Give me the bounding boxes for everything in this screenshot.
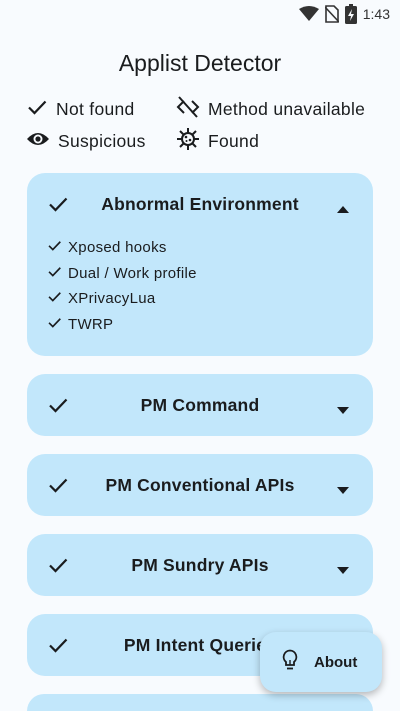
legend-not-found: Not found [26, 98, 176, 120]
no-sim-icon [324, 5, 339, 23]
card-pm-conventional-apis[interactable]: PM Conventional APIs [27, 454, 373, 516]
card-title: PM Conventional APIs [105, 474, 295, 495]
legend: Not found Method unavailable Suspicious [26, 95, 386, 152]
expand-arrow-icon[interactable] [337, 561, 349, 579]
expand-arrow-icon[interactable] [337, 401, 349, 419]
list-item: XPrivacyLua [47, 286, 373, 312]
legend-label: Suspicious [58, 130, 146, 151]
card-header[interactable]: PM Command [27, 374, 373, 436]
check-icon [26, 96, 48, 123]
status-bar: 1:43 [0, 0, 400, 28]
card-abnormal-environment: Abnormal Environment Xposed hooks Dual /… [27, 173, 373, 356]
card-title: PM Command [140, 394, 260, 415]
collapse-arrow-icon[interactable] [337, 200, 349, 218]
code-off-icon [176, 95, 200, 123]
status-time: 1:43 [362, 6, 390, 22]
check-icon [47, 315, 62, 334]
virus-icon [176, 127, 200, 156]
list-item-label: Dual / Work profile [68, 264, 197, 282]
card-title: PM Sundry APIs [131, 554, 269, 575]
eye-icon [26, 130, 50, 153]
check-icon [47, 264, 62, 283]
card-title: Abnormal Environment [101, 193, 299, 214]
card-header[interactable]: Abnormal Environment [27, 173, 373, 235]
card-next[interactable] [27, 694, 373, 711]
legend-suspicious: Suspicious [26, 130, 176, 152]
about-label: About [314, 653, 358, 671]
expand-arrow-icon[interactable] [337, 481, 349, 499]
lightbulb-icon [282, 649, 298, 675]
list-item-label: Xposed hooks [68, 239, 167, 257]
list-item-label: XPrivacyLua [68, 290, 156, 308]
list-item: TWRP [47, 312, 373, 338]
card-header[interactable]: PM Conventional APIs [27, 454, 373, 516]
legend-label: Not found [56, 98, 135, 119]
detection-list: Xposed hooks Dual / Work profile XPrivac… [27, 235, 373, 337]
legend-label: Found [208, 130, 260, 151]
card-header[interactable]: PM Sundry APIs [27, 534, 373, 596]
list-item: Dual / Work profile [47, 261, 373, 287]
legend-method-unavailable: Method unavailable [176, 95, 386, 123]
card-pm-sundry-apis[interactable]: PM Sundry APIs [27, 534, 373, 596]
battery-charging-icon [344, 4, 357, 24]
check-icon [47, 554, 69, 581]
legend-found: Found [176, 127, 386, 152]
check-icon [47, 394, 69, 421]
check-icon [47, 193, 69, 220]
card-pm-command[interactable]: PM Command [27, 374, 373, 436]
about-button[interactable]: About [260, 632, 382, 692]
check-icon [47, 634, 69, 661]
app-title: Applist Detector [118, 50, 282, 76]
check-icon [47, 289, 62, 308]
legend-label: Method unavailable [208, 98, 366, 119]
check-icon [47, 238, 62, 257]
check-icon [47, 474, 69, 501]
wifi-icon [298, 6, 319, 22]
list-item: Xposed hooks [47, 235, 373, 261]
list-item-label: TWRP [68, 315, 114, 333]
